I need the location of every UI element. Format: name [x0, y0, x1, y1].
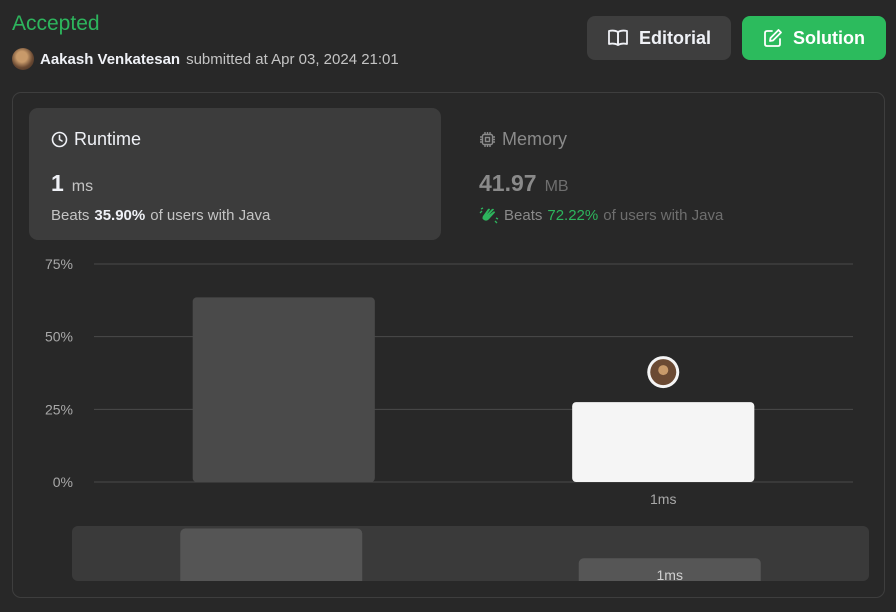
chart-overview-scrollbar[interactable]: 1ms — [72, 526, 869, 581]
y-tick-label: 25% — [45, 401, 73, 417]
overview-x-label: 1ms — [657, 567, 683, 581]
user-bar — [572, 402, 755, 482]
runtime-distribution-chart: 75% 50% 25% 0% 1ms — [45, 256, 853, 507]
user-marker-face — [658, 365, 669, 376]
overview-bars: 1ms — [180, 528, 761, 581]
overview-bar — [180, 528, 363, 581]
distribution-bar — [192, 297, 375, 482]
x-tick-label: 1ms — [650, 491, 676, 507]
y-tick-label: 0% — [53, 474, 73, 490]
y-tick-label: 75% — [45, 256, 73, 272]
y-tick-label: 50% — [45, 329, 73, 345]
